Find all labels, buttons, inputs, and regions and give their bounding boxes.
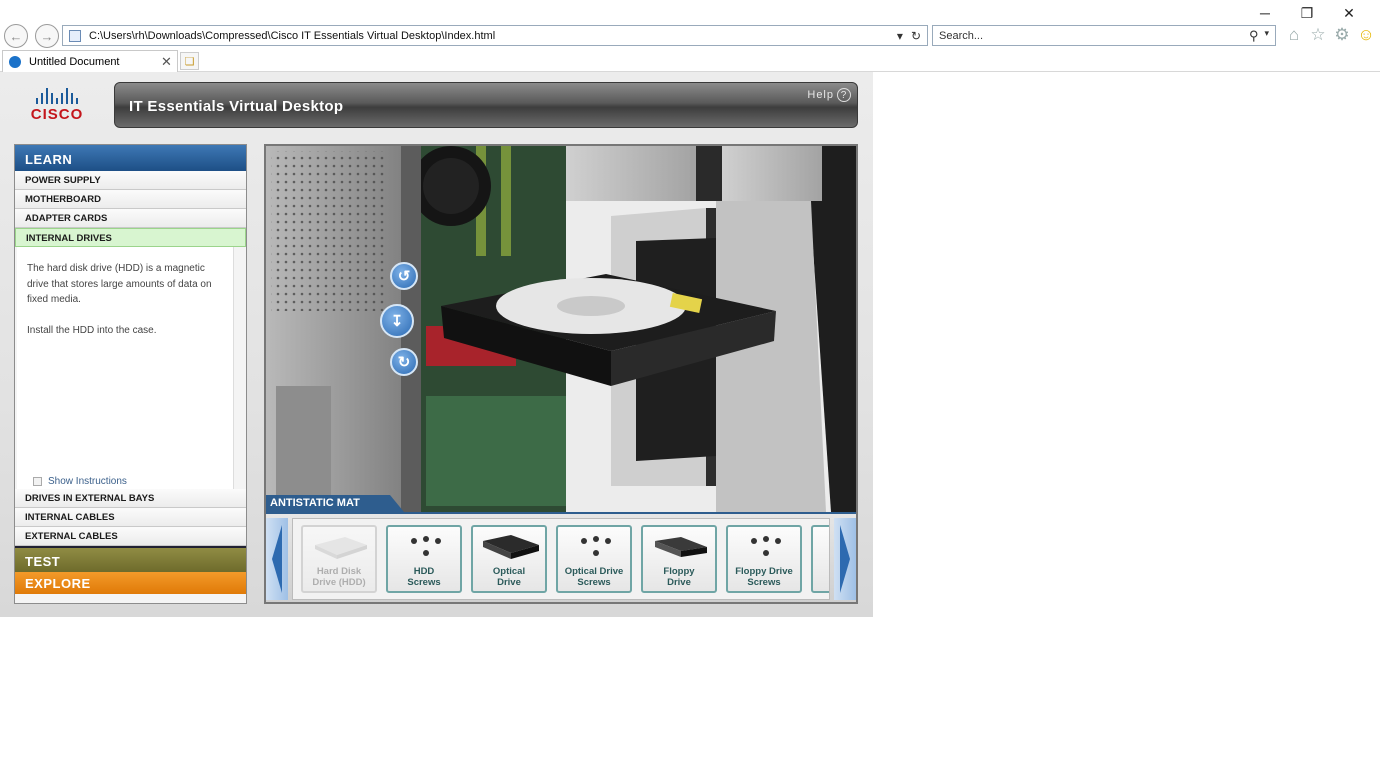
optical-drive-icon bbox=[483, 535, 539, 559]
computer-case-scene bbox=[266, 146, 856, 512]
question-icon: ? bbox=[837, 88, 851, 102]
rotate-right-button[interactable]: ↻ bbox=[390, 348, 418, 376]
show-instructions-checkbox[interactable] bbox=[33, 477, 42, 486]
instruction-text: Install the HDD into the case. bbox=[27, 324, 157, 336]
menu-item-drives-in-external-bays[interactable]: DRIVES IN EXTERNAL BAYS bbox=[15, 489, 246, 508]
explore-section-button[interactable]: EXPLORE bbox=[15, 572, 246, 594]
new-tab-icon: ❏ bbox=[184, 55, 195, 68]
test-section-button[interactable]: TEST bbox=[15, 546, 246, 572]
app-frame: CISCO IT Essentials Virtual Desktop Help… bbox=[0, 72, 873, 617]
tray-label-line1: Optical bbox=[492, 566, 526, 577]
window-controls: ─ ❐ ✕ bbox=[1244, 4, 1370, 22]
gear-icon[interactable]: ⚙ bbox=[1332, 24, 1352, 46]
description-panel: The hard disk drive (HDD) is a magnetic … bbox=[17, 247, 234, 489]
navigation-bar: ← → C:\Users\rh\Downloads\Compressed\Cis… bbox=[0, 24, 1380, 48]
tray-item-hard-disk-drive[interactable]: Hard Disk Drive (HDD) bbox=[301, 525, 377, 593]
new-tab-button[interactable]: ❏ bbox=[180, 52, 199, 70]
hdd-icon bbox=[315, 537, 367, 559]
tray-item-optical-drive[interactable]: Optical Drive bbox=[471, 525, 547, 593]
cisco-logo: CISCO bbox=[22, 88, 92, 124]
left-menu: LEARN POWER SUPPLY MOTHERBOARD ADAPTER C… bbox=[14, 144, 247, 604]
tab-label: Untitled Document bbox=[29, 55, 120, 68]
show-instructions-label: Show Instructions bbox=[48, 476, 127, 487]
menu-item-motherboard[interactable]: MOTHERBOARD bbox=[15, 190, 246, 209]
help-label: Help bbox=[807, 89, 834, 101]
tray-label-line2: Drive (HDD) bbox=[312, 577, 366, 588]
tray-scroll-left-button[interactable] bbox=[266, 518, 288, 600]
antistatic-mat-tray: Hard Disk Drive (HDD) HDD Screws Optical Dr… bbox=[266, 512, 856, 602]
page-icon bbox=[69, 29, 81, 42]
menu-item-adapter-cards[interactable]: ADAPTER CARDS bbox=[15, 209, 246, 228]
menu-item-power-supply[interactable]: POWER SUPPLY bbox=[15, 171, 246, 190]
restore-button[interactable]: ❐ bbox=[1286, 4, 1328, 22]
tab-bar: Untitled Document ✕ ❏ bbox=[0, 50, 1380, 72]
rotate-left-button[interactable]: ↺ bbox=[390, 262, 418, 290]
tray-label-line1: Hard Disk bbox=[316, 566, 362, 577]
app-title: IT Essentials Virtual Desktop bbox=[129, 98, 344, 115]
tray-label-line2: Screws bbox=[407, 577, 441, 588]
tray-item-partial[interactable] bbox=[811, 525, 829, 593]
tray-label-line1: Floppy bbox=[663, 566, 695, 577]
close-button[interactable]: ✕ bbox=[1328, 4, 1370, 22]
rotate-left-icon: ↺ bbox=[397, 268, 411, 285]
tray-item-optical-drive-screws[interactable]: Optical Drive Screws bbox=[556, 525, 632, 593]
cisco-wordmark: CISCO bbox=[30, 106, 84, 123]
tray-item-floppy-drive-screws[interactable]: Floppy Drive Screws bbox=[726, 525, 802, 593]
right-triangle-icon bbox=[840, 525, 850, 593]
search-input[interactable]: Search... bbox=[939, 30, 1249, 42]
download-arrow-icon: ↧ bbox=[390, 313, 404, 330]
install-down-button[interactable]: ↧ bbox=[380, 304, 414, 338]
tray-item-hdd-screws[interactable]: HDD Screws bbox=[386, 525, 462, 593]
app-header: IT Essentials Virtual Desktop Help ? bbox=[114, 82, 858, 128]
search-box[interactable]: Search... ⚲ ▾ bbox=[932, 25, 1276, 46]
menu-item-external-cables[interactable]: EXTERNAL CABLES bbox=[15, 527, 246, 546]
tray-label-line2: Screws bbox=[577, 577, 611, 588]
left-triangle-icon bbox=[272, 525, 282, 593]
screws-icon bbox=[581, 536, 611, 556]
forward-arrow-icon: → bbox=[40, 28, 54, 44]
description-text: The hard disk drive (HDD) is a magnetic … bbox=[27, 263, 212, 305]
tab-untitled-document[interactable]: Untitled Document ✕ bbox=[2, 50, 178, 72]
back-arrow-icon: ← bbox=[9, 28, 23, 44]
ie-icon bbox=[9, 55, 21, 68]
antistatic-mat-label: ANTISTATIC MAT bbox=[266, 495, 404, 512]
rotate-right-icon: ↻ bbox=[397, 354, 411, 371]
dropdown-chevron-icon[interactable]: ▾ bbox=[897, 29, 903, 43]
tray-items: Hard Disk Drive (HDD) HDD Screws Optical Dr… bbox=[292, 518, 830, 600]
learn-header[interactable]: LEARN bbox=[15, 145, 246, 171]
tray-label-line1: Floppy Drive bbox=[735, 566, 793, 577]
browser-toolbar: ⌂ ☆ ⚙ ☺ bbox=[1284, 24, 1376, 46]
tray-item-floppy-drive[interactable]: Floppy Drive bbox=[641, 525, 717, 593]
tray-label-line1: Optical Drive bbox=[564, 566, 624, 577]
tray-label-line2: Drive bbox=[497, 577, 521, 588]
tray-label-line1: HDD bbox=[413, 566, 435, 577]
home-icon[interactable]: ⌂ bbox=[1284, 24, 1304, 46]
menu-item-internal-cables[interactable]: INTERNAL CABLES bbox=[15, 508, 246, 527]
minimize-button[interactable]: ─ bbox=[1244, 4, 1286, 22]
cisco-bars-icon bbox=[22, 88, 92, 104]
help-button[interactable]: Help ? bbox=[807, 88, 851, 102]
smiley-icon[interactable]: ☺ bbox=[1356, 24, 1376, 46]
screws-icon bbox=[411, 536, 441, 556]
address-bar[interactable]: C:\Users\rh\Downloads\Compressed\Cisco I… bbox=[62, 25, 928, 46]
refresh-icon[interactable]: ↻ bbox=[911, 29, 921, 43]
address-text: C:\Users\rh\Downloads\Compressed\Cisco I… bbox=[89, 29, 496, 42]
back-button[interactable]: ← bbox=[4, 24, 28, 48]
close-tab-icon[interactable]: ✕ bbox=[161, 54, 177, 70]
3d-viewport: ↺ ↧ ↻ ANTISTATIC MAT Hard Disk Drive (HDD… bbox=[264, 144, 858, 604]
search-dropdown-icon[interactable]: ▾ bbox=[1264, 28, 1269, 44]
tray-label-line2: Screws bbox=[747, 577, 781, 588]
tray-label-line2: Drive bbox=[667, 577, 691, 588]
search-icon[interactable]: ⚲ bbox=[1249, 28, 1259, 44]
menu-item-internal-drives[interactable]: INTERNAL DRIVES bbox=[15, 228, 246, 247]
show-instructions-toggle[interactable]: Show Instructions bbox=[33, 476, 127, 487]
floppy-drive-icon bbox=[655, 537, 707, 557]
forward-button[interactable]: → bbox=[35, 24, 59, 48]
star-icon[interactable]: ☆ bbox=[1308, 24, 1328, 46]
screws-icon bbox=[751, 536, 781, 556]
tray-scroll-right-button[interactable] bbox=[834, 518, 856, 600]
